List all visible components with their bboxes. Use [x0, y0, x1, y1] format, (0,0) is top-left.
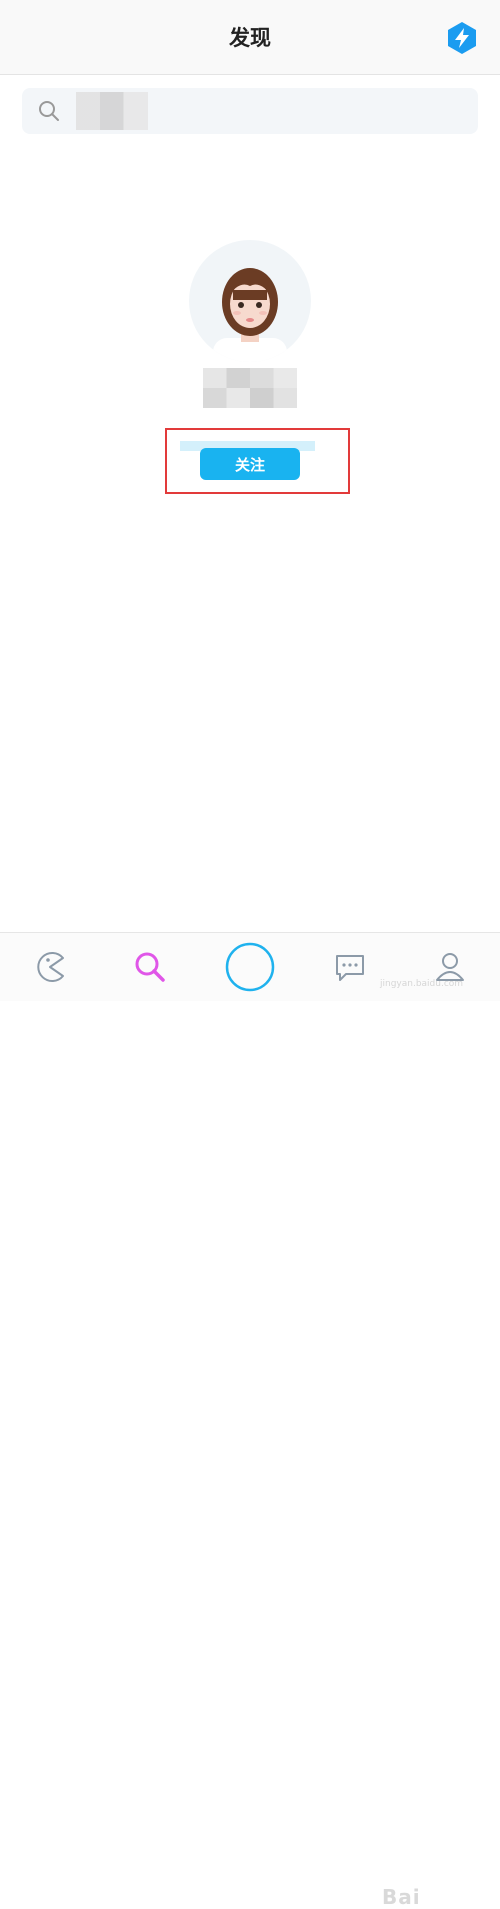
cartoon-girl-avatar	[213, 268, 287, 362]
search-icon	[39, 101, 59, 121]
bolt-button[interactable]	[444, 20, 480, 56]
top-bar: 发现	[0, 0, 500, 75]
tab-profile[interactable]	[410, 933, 490, 1001]
lightning-bolt-icon	[448, 22, 476, 54]
tab-discover[interactable]	[110, 933, 190, 1001]
blurred-search-text	[76, 92, 148, 130]
search-icon	[135, 952, 165, 982]
tab-home[interactable]	[10, 933, 90, 1001]
page-title: 发现	[229, 26, 271, 50]
watermark: Bai	[382, 1885, 421, 1909]
bottom-tab-bar: Bai jingyan.baidu.com	[0, 932, 500, 1909]
watermark-url: jingyan.baidu.com	[380, 979, 464, 989]
circle-icon	[225, 942, 275, 992]
avatar[interactable]	[189, 240, 311, 362]
annotation-highlight-box	[165, 428, 350, 494]
tab-messages[interactable]	[310, 933, 390, 1001]
username-blurred	[203, 368, 297, 408]
pacman-icon	[37, 952, 64, 982]
chat-bubble-icon	[336, 955, 364, 981]
tab-center[interactable]	[210, 933, 290, 1001]
